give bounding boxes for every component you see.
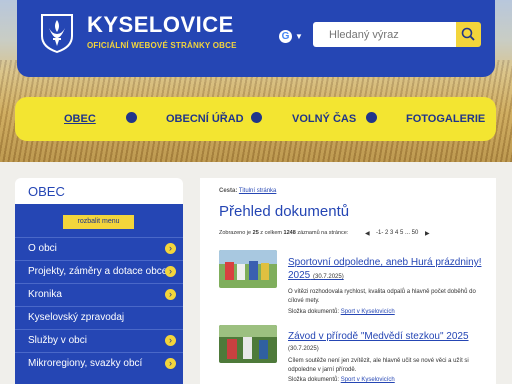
doc-folder-label: Složka dokumentů: <box>288 309 340 315</box>
expand-menu-button[interactable]: rozbalit menu <box>63 215 134 229</box>
sidebar-item-zpravodaj[interactable]: Kyselovský zpravodaj <box>15 306 183 329</box>
sidebar-item-label: O obci <box>28 243 57 254</box>
paging-suffix: záznamů na stránce: <box>297 230 349 236</box>
coat-of-arms-logo[interactable] <box>39 12 75 54</box>
nav-item-fotogalerie[interactable]: FOTOGALERIE <box>406 113 485 125</box>
doc-thumbnail[interactable] <box>219 250 277 288</box>
prev-page-icon[interactable]: ◀ <box>365 230 370 237</box>
doc-excerpt: O vítězi rozhodovala rychlost, kvalita o… <box>288 289 476 304</box>
site-subtitle: OFICIÁLNÍ WEBOVÉ STRÁNKY OBCE <box>87 41 237 50</box>
sidebar-item-label: Projekty, záměry a dotace obce <box>28 266 168 277</box>
doc-date: (30.7.2025) <box>288 346 319 352</box>
paging-middle: z celkem <box>260 230 282 236</box>
sidebar-item-sluzby[interactable]: Služby v obci › <box>15 329 183 352</box>
site-title[interactable]: KYSELOVICE <box>87 12 234 38</box>
breadcrumb-label: Cesta: <box>219 188 238 194</box>
nav-separator-dot <box>126 112 137 123</box>
breadcrumb-home-link[interactable]: Titulní stránka <box>239 188 276 194</box>
sidebar-item-projekty[interactable]: Projekty, záměry a dotace obce › <box>15 260 183 283</box>
chevron-right-icon: › <box>165 335 176 346</box>
search-input[interactable] <box>313 22 456 47</box>
paging-shown: 25 <box>252 230 259 236</box>
sidebar-item-label: Kyselovský zpravodaj <box>28 312 125 323</box>
main-content: Cesta: Titulní stránka Přehled dokumentů… <box>200 178 496 384</box>
sidebar-item-o-obci[interactable]: O obci › <box>15 237 183 260</box>
paging-prefix: Zobrazeno je <box>219 230 252 236</box>
site-header: KYSELOVICE OFICIÁLNÍ WEBOVÉ STRÁNKY OBCE… <box>17 0 495 77</box>
nav-separator-dot <box>251 112 262 123</box>
doc-folder-link[interactable]: Sport v Kyselovicích <box>341 377 395 383</box>
nav-item-obec[interactable]: OBEC <box>64 113 96 125</box>
sidebar-item-kronika[interactable]: Kronika › <box>15 283 183 306</box>
sidebar-item-label: Mikroregiony, svazky obcí <box>28 358 143 369</box>
chevron-right-icon: › <box>165 243 176 254</box>
page-numbers[interactable]: -1- 2 3 4 5 ... 50 <box>376 230 418 236</box>
paging-total: 1248 <box>283 230 296 236</box>
doc-title-link[interactable]: Závod v přírodě "Medvědí stezkou" 2025 <box>288 330 488 343</box>
doc-date: (30.7.2025) <box>313 274 344 280</box>
search-icon <box>461 27 475 41</box>
chevron-right-icon: › <box>165 266 176 277</box>
sidebar-title: OBEC <box>28 184 65 199</box>
sidebar-item-mikroregiony[interactable]: Mikroregiony, svazky obcí › <box>15 352 183 375</box>
sidebar-item-label: Služby v obci <box>28 335 87 346</box>
breadcrumb: Cesta: Titulní stránka <box>219 188 276 194</box>
language-selector[interactable]: G ▼ <box>279 30 305 44</box>
chevron-right-icon: › <box>165 289 176 300</box>
doc-title-link[interactable]: Sportovní odpoledne, aneb Hurá prázdniny… <box>288 256 488 284</box>
doc-folder: Složka dokumentů: Sport v Kyselovicích <box>288 377 395 383</box>
next-page-icon[interactable]: ▶ <box>425 230 430 237</box>
sidebar-menu: rozbalit menu O obci › Projekty, záměry a… <box>15 204 183 384</box>
main-nav: OBEC OBECNÍ ÚŘAD VOLNÝ ČAS FOTOGALERIE <box>15 97 496 141</box>
google-translate-icon: G <box>279 30 292 43</box>
sidebar-item-label: Kronika <box>28 289 62 300</box>
page-title: Přehled dokumentů <box>219 203 350 220</box>
nav-item-obecni-urad[interactable]: OBECNÍ ÚŘAD <box>166 113 244 125</box>
doc-folder-link[interactable]: Sport v Kyselovicích <box>341 309 395 315</box>
nav-separator-dot <box>366 112 377 123</box>
sidebar: OBEC rozbalit menu O obci › Projekty, zám… <box>15 178 183 384</box>
doc-excerpt: Cílem soutěže není jen zvítězit, ale hla… <box>288 358 469 373</box>
chevron-right-icon: › <box>165 358 176 369</box>
doc-folder: Složka dokumentů: Sport v Kyselovicích <box>288 309 395 315</box>
doc-thumbnail[interactable] <box>219 325 277 363</box>
paging-info: Zobrazeno je 25 z celkem 1248 záznamů na… <box>219 230 348 236</box>
caret-down-icon: ▼ <box>295 32 303 41</box>
search-button[interactable] <box>456 22 481 47</box>
doc-folder-label: Složka dokumentů: <box>288 377 340 383</box>
nav-item-volny-cas[interactable]: VOLNÝ ČAS <box>292 113 356 125</box>
